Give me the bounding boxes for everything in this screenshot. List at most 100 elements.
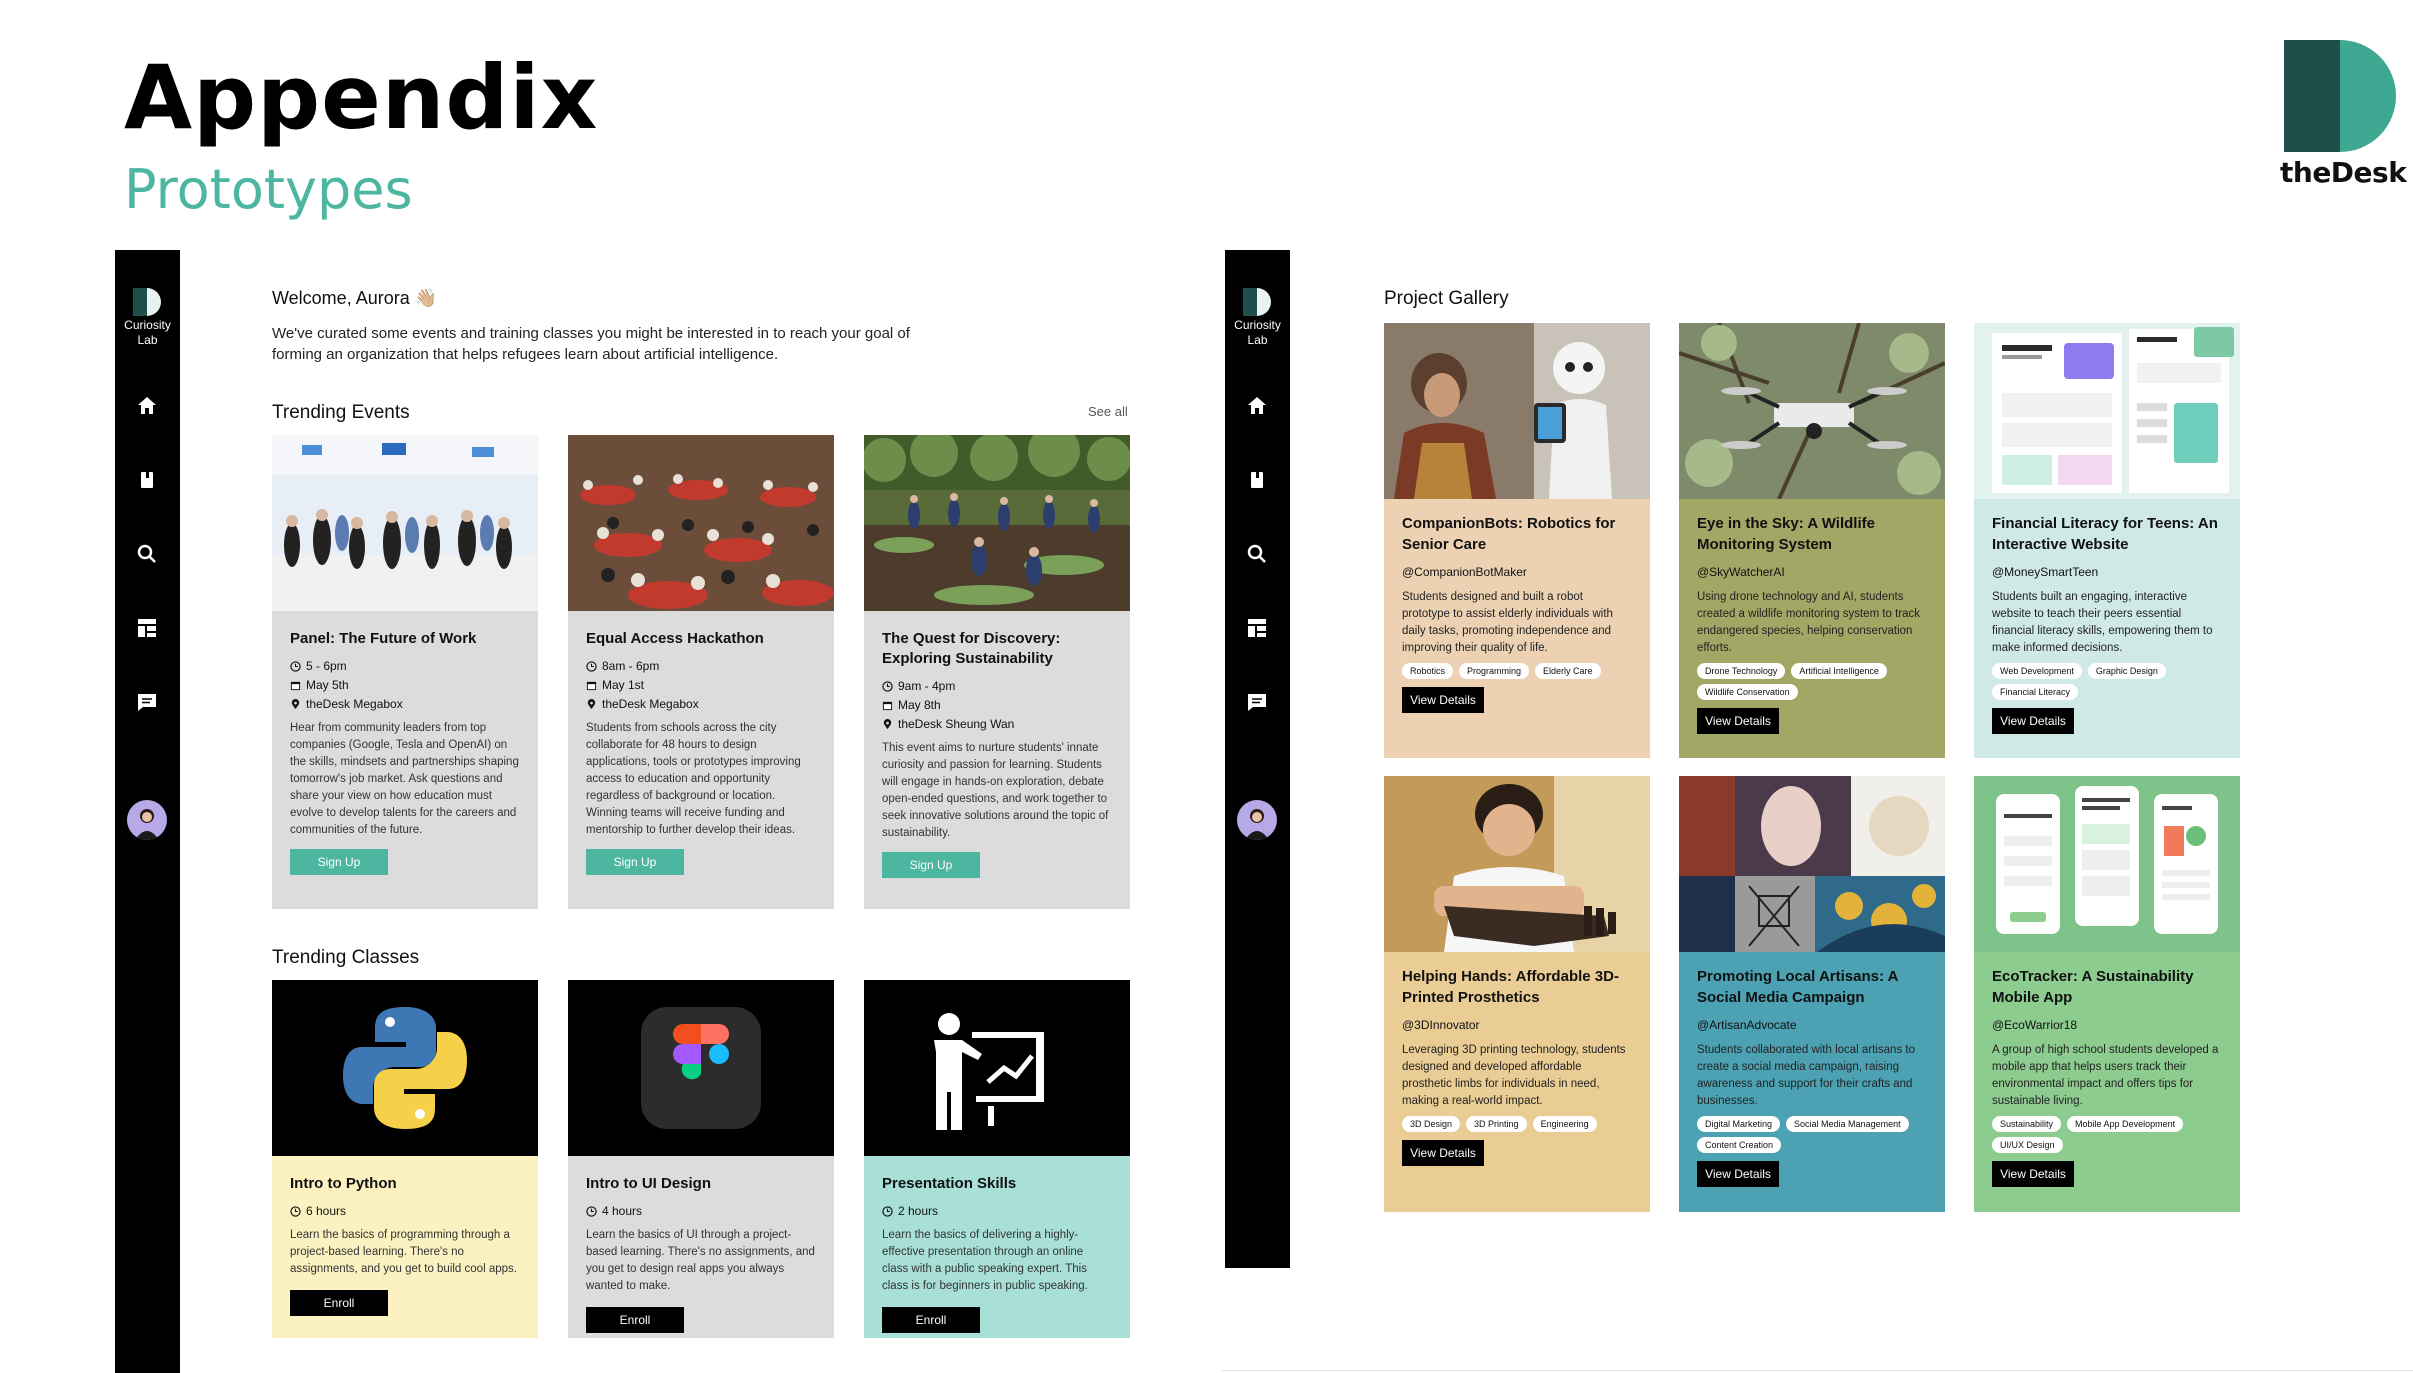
project-card[interactable]: CompanionBots: Robotics for Senior Care … [1384, 323, 1650, 758]
view-details-button[interactable]: View Details [1992, 708, 2074, 734]
curiosity-lab-logo-icon[interactable] [1243, 288, 1271, 316]
project-card[interactable]: Promoting Local Artisans: A Social Media… [1679, 776, 1945, 1212]
tag[interactable]: Drone Technology [1697, 663, 1786, 679]
project-handle[interactable]: @CompanionBotMaker [1402, 565, 1632, 579]
tag[interactable]: Content Creation [1697, 1137, 1782, 1153]
tag[interactable]: UI/UX Design [1992, 1137, 2063, 1153]
project-handle[interactable]: @ArtisanAdvocate [1697, 1018, 1927, 1032]
tag[interactable]: Artificial Intelligence [1791, 663, 1887, 679]
project-handle[interactable]: @MoneySmartTeen [1992, 565, 2222, 579]
divider [1222, 1370, 2413, 1371]
project-description: Using drone technology and AI, students … [1697, 591, 1921, 654]
tag[interactable]: Wildlife Conservation [1697, 684, 1798, 700]
location-pin-icon [587, 699, 596, 710]
location-pin-icon [291, 699, 300, 710]
class-title: Presentation Skills [882, 1175, 1017, 1192]
project-description: Students designed and built a robot prot… [1402, 591, 1613, 654]
tag[interactable]: Engineering [1532, 1116, 1597, 1132]
bookmark-icon[interactable] [135, 468, 159, 492]
sidebar-left: Curiosity Lab [115, 250, 180, 1373]
project-handle[interactable]: @EcoWarrior18 [1992, 1018, 2222, 1032]
project-card[interactable]: EcoTracker: A Sustainability Mobile App … [1974, 776, 2240, 1212]
project-image [1679, 323, 1945, 499]
dashboard-icon[interactable] [1245, 616, 1269, 640]
class-card[interactable]: Intro to Python 6 hours Learn the basics… [272, 980, 538, 1338]
tag[interactable]: Web Development [1992, 663, 2082, 679]
search-icon[interactable] [1245, 542, 1269, 566]
calendar-icon [290, 681, 301, 691]
view-details-button[interactable]: View Details [1697, 1161, 1779, 1187]
project-description: A group of high school students develope… [1992, 1044, 2219, 1107]
sign-up-button[interactable]: Sign Up [586, 849, 684, 875]
tag[interactable]: Sustainability [1992, 1116, 2062, 1132]
tag[interactable]: Graphic Design [2087, 663, 2166, 679]
event-date: May 5th [290, 676, 520, 695]
tag[interactable]: 3D Design [1402, 1116, 1461, 1132]
project-handle[interactable]: @SkyWatcherAI [1697, 565, 1927, 579]
enroll-button[interactable]: Enroll [882, 1307, 980, 1333]
clock-icon [586, 1206, 597, 1217]
chat-icon[interactable] [135, 690, 159, 714]
home-icon[interactable] [135, 394, 159, 418]
tag[interactable]: 3D Printing [1466, 1116, 1527, 1132]
dashboard-icon[interactable] [135, 616, 159, 640]
project-tags: Drone Technology Artificial Intelligence… [1697, 663, 1927, 700]
tag[interactable]: Financial Literacy [1992, 684, 2079, 700]
tag[interactable]: Digital Marketing [1697, 1116, 1781, 1132]
view-details-button[interactable]: View Details [1402, 1140, 1484, 1166]
welcome-intro: We've curated some events and training c… [272, 325, 910, 363]
tag[interactable]: Mobile App Development [2067, 1116, 2184, 1132]
see-all-link[interactable]: See all [1088, 404, 1128, 419]
search-icon[interactable] [135, 542, 159, 566]
thedesk-logo-icon [2284, 40, 2396, 152]
clock-icon [586, 661, 597, 672]
project-card[interactable]: Helping Hands: Affordable 3D-Printed Pro… [1384, 776, 1650, 1212]
project-description: Students collaborated with local artisan… [1697, 1044, 1915, 1107]
event-location: theDesk Megabox [586, 695, 816, 714]
class-card[interactable]: Presentation Skills 2 hours Learn the ba… [864, 980, 1130, 1338]
project-tags: 3D Design 3D Printing Engineering [1402, 1116, 1632, 1132]
tag[interactable]: Programming [1459, 663, 1530, 679]
class-card[interactable]: Intro to UI Design 4 hours Learn the bas… [568, 980, 834, 1338]
curiosity-lab-logo-icon[interactable] [133, 288, 161, 316]
event-image [272, 435, 538, 611]
trending-classes-title: Trending Classes [272, 947, 420, 968]
project-card[interactable]: Financial Literacy for Teens: An Interac… [1974, 323, 2240, 758]
event-time: 5 - 6pm [290, 657, 520, 676]
event-description: This event aims to nurture students' inn… [882, 742, 1109, 839]
brand-logo-block: theDesk [2280, 40, 2407, 189]
event-title: Panel: The Future of Work [290, 630, 477, 647]
avatar[interactable] [1237, 800, 1277, 840]
enroll-button[interactable]: Enroll [586, 1307, 684, 1333]
enroll-button[interactable]: Enroll [290, 1290, 388, 1316]
avatar[interactable] [127, 800, 167, 840]
tag[interactable]: Social Media Management [1786, 1116, 1909, 1132]
event-card[interactable]: Equal Access Hackathon 8am - 6pm May 1st… [568, 435, 834, 909]
project-description: Students built an engaging, interactive … [1992, 591, 2213, 654]
event-card[interactable]: The Quest for Discovery: Exploring Susta… [864, 435, 1130, 909]
project-image [1679, 776, 1945, 952]
class-description: Learn the basics of UI through a project… [586, 1229, 815, 1292]
class-duration: 2 hours [882, 1202, 1112, 1221]
project-handle[interactable]: @3DInnovator [1402, 1018, 1632, 1032]
chat-icon[interactable] [1245, 690, 1269, 714]
event-card[interactable]: Panel: The Future of Work 5 - 6pm May 5t… [272, 435, 538, 909]
project-card[interactable]: Eye in the Sky: A Wildlife Monitoring Sy… [1679, 323, 1945, 758]
project-image [1384, 323, 1650, 499]
brand-name: theDesk [2280, 156, 2407, 189]
class-description: Learn the basics of delivering a highly-… [882, 1229, 1088, 1292]
tag[interactable]: Robotics [1402, 663, 1454, 679]
project-description: Leveraging 3D printing technology, stude… [1402, 1044, 1626, 1107]
sign-up-button[interactable]: Sign Up [290, 849, 388, 875]
view-details-button[interactable]: View Details [1402, 687, 1484, 713]
tag[interactable]: Elderly Care [1535, 663, 1601, 679]
view-details-button[interactable]: View Details [1992, 1161, 2074, 1187]
home-icon[interactable] [1245, 394, 1269, 418]
slide-title: Appendix [124, 46, 599, 149]
trending-events-title: Trending Events [272, 402, 410, 423]
clock-icon [882, 681, 893, 692]
sign-up-button[interactable]: Sign Up [882, 852, 980, 878]
event-time: 8am - 6pm [586, 657, 816, 676]
view-details-button[interactable]: View Details [1697, 708, 1779, 734]
bookmark-icon[interactable] [1245, 468, 1269, 492]
